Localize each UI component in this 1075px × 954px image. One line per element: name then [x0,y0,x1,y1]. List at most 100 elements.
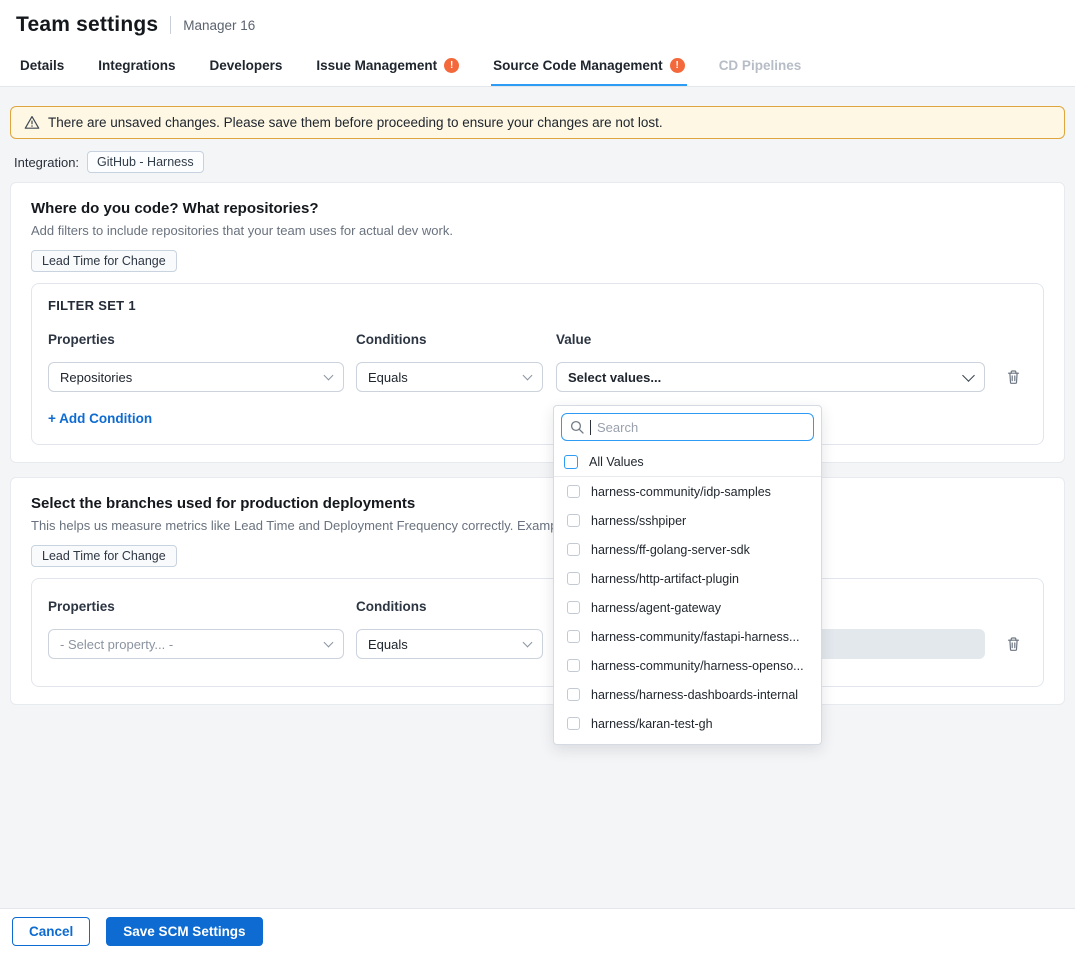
app-header: Team settings Manager 16 [0,0,1075,46]
option-item[interactable]: harness/http-artifact-plugin [554,564,821,593]
unsaved-changes-banner: There are unsaved changes. Please save t… [10,106,1065,139]
warning-badge-icon: ! [670,58,685,73]
option-item-clipped[interactable]: harness/fastest-android-sdk [554,738,821,745]
value-column-label: Value [556,332,985,347]
option-label: harness-community/harness-openso... [591,659,804,673]
tab-issue-management-label: Issue Management [316,58,437,73]
tab-details[interactable]: Details [18,46,66,86]
trash-icon [1006,636,1021,652]
condition-select-value: Equals [368,370,408,385]
filter-set-name: FILTER SET 1 [48,298,1027,313]
properties-column-label: Properties [48,599,344,614]
option-checkbox[interactable] [567,688,580,701]
chevron-down-icon [962,369,975,382]
branches-filter-box: Properties Conditions - Select property.… [31,578,1044,687]
property-select-value: Repositories [60,370,132,385]
text-cursor [590,420,591,435]
option-checkbox[interactable] [567,717,580,730]
option-label: All Values [589,455,644,469]
option-item[interactable]: harness/karan-test-gh [554,709,821,738]
option-checkbox[interactable] [567,514,580,527]
option-checkbox[interactable] [567,572,580,585]
property-select-placeholder: - Select property... - [60,637,173,652]
dropdown-options-list: harness-community/idp-samples harness/ss… [554,477,821,745]
tab-source-code-management[interactable]: Source Code Management ! [491,46,687,86]
search-icon [570,420,584,434]
title-row: Team settings Manager 16 [16,13,1059,37]
section-title: Select the branches used for production … [31,495,1044,512]
property-select[interactable]: - Select property... - [48,629,344,659]
footer-action-bar: Cancel Save SCM Settings [0,908,1075,954]
banner-text: There are unsaved changes. Please save t… [48,115,663,130]
integration-label: Integration: [14,155,79,170]
warning-triangle-icon [24,115,40,130]
option-label: harness/ff-golang-server-sdk [591,543,750,557]
value-multiselect[interactable]: Select values... [556,362,985,392]
integration-chip[interactable]: GitHub - Harness [87,151,204,173]
option-all-values[interactable]: All Values [554,447,821,477]
delete-filter-button[interactable] [1006,636,1021,652]
warning-badge-icon: ! [444,58,459,73]
condition-select[interactable]: Equals [356,629,543,659]
option-checkbox[interactable] [567,601,580,614]
option-item[interactable]: harness-community/idp-samples [554,477,821,506]
cancel-button[interactable]: Cancel [12,917,90,946]
option-label: harness/agent-gateway [591,601,721,615]
conditions-column-label: Conditions [356,332,543,347]
dropdown-search-wrap: Search [554,406,821,447]
metric-chip-lead-time: Lead Time for Change [31,545,177,567]
tab-cd-pipelines[interactable]: CD Pipelines [717,46,804,86]
option-checkbox[interactable] [567,543,580,556]
option-checkbox[interactable] [567,659,580,672]
search-input[interactable]: Search [561,413,814,441]
integration-row: Integration: GitHub - Harness [14,151,1061,173]
chevron-down-icon [324,370,334,380]
option-label: harness/karan-test-gh [591,717,713,731]
option-item[interactable]: harness/agent-gateway [554,593,821,622]
tabbar: Details Integrations Developers Issue Ma… [0,46,1075,87]
tab-integrations-label: Integrations [98,58,175,73]
option-label: harness-community/idp-samples [591,485,771,499]
conditions-column-label: Conditions [356,599,543,614]
property-select[interactable]: Repositories [48,362,344,392]
filter-column-headers: Properties Conditions Value [48,332,1027,347]
repositories-section-card: Where do you code? What repositories? Ad… [10,182,1065,463]
save-scm-settings-button[interactable]: Save SCM Settings [106,917,262,946]
add-condition-link[interactable]: + Add Condition [48,411,152,426]
branches-section-card: Select the branches used for production … [10,477,1065,705]
option-item[interactable]: harness-community/fastapi-harness... [554,622,821,651]
option-item[interactable]: harness/ff-golang-server-sdk [554,535,821,564]
chevron-down-icon [523,637,533,647]
properties-column-label: Properties [48,332,344,347]
value-select-placeholder: Select values... [568,370,661,385]
filter-column-headers: Properties Conditions [48,599,1027,614]
option-checkbox[interactable] [567,630,580,643]
tab-integrations[interactable]: Integrations [96,46,177,86]
tab-cd-pipelines-label: CD Pipelines [719,58,802,73]
option-label: harness/http-artifact-plugin [591,572,739,586]
delete-filter-button[interactable] [1006,369,1021,385]
content-area: There are unsaved changes. Please save t… [0,106,1075,705]
tab-developers-label: Developers [210,58,283,73]
filter-set-1-box: FILTER SET 1 Properties Conditions Value… [31,283,1044,445]
option-label: harness/sshpiper [591,514,686,528]
search-placeholder: Search [597,420,638,435]
chevron-down-icon [324,637,334,647]
filter-row: Repositories Equals Select values... [48,362,1027,392]
value-dropdown-panel: Search All Values harness-community/idp-… [553,405,822,745]
tab-source-code-management-label: Source Code Management [493,58,663,73]
filter-row: - Select property... - Equals [48,629,1027,659]
tab-details-label: Details [20,58,64,73]
option-item[interactable]: harness/sshpiper [554,506,821,535]
tab-developers[interactable]: Developers [208,46,285,86]
section-subtitle: Add filters to include repositories that… [31,223,1044,238]
section-subtitle: This helps us measure metrics like Lead … [31,518,1044,533]
option-item[interactable]: harness-community/harness-openso... [554,651,821,680]
option-item[interactable]: harness/harness-dashboards-internal [554,680,821,709]
team-name-label: Manager 16 [183,18,255,33]
condition-select[interactable]: Equals [356,362,543,392]
checkbox-all-values[interactable] [564,455,578,469]
option-checkbox[interactable] [567,485,580,498]
metric-chip-lead-time: Lead Time for Change [31,250,177,272]
tab-issue-management[interactable]: Issue Management ! [314,46,461,86]
